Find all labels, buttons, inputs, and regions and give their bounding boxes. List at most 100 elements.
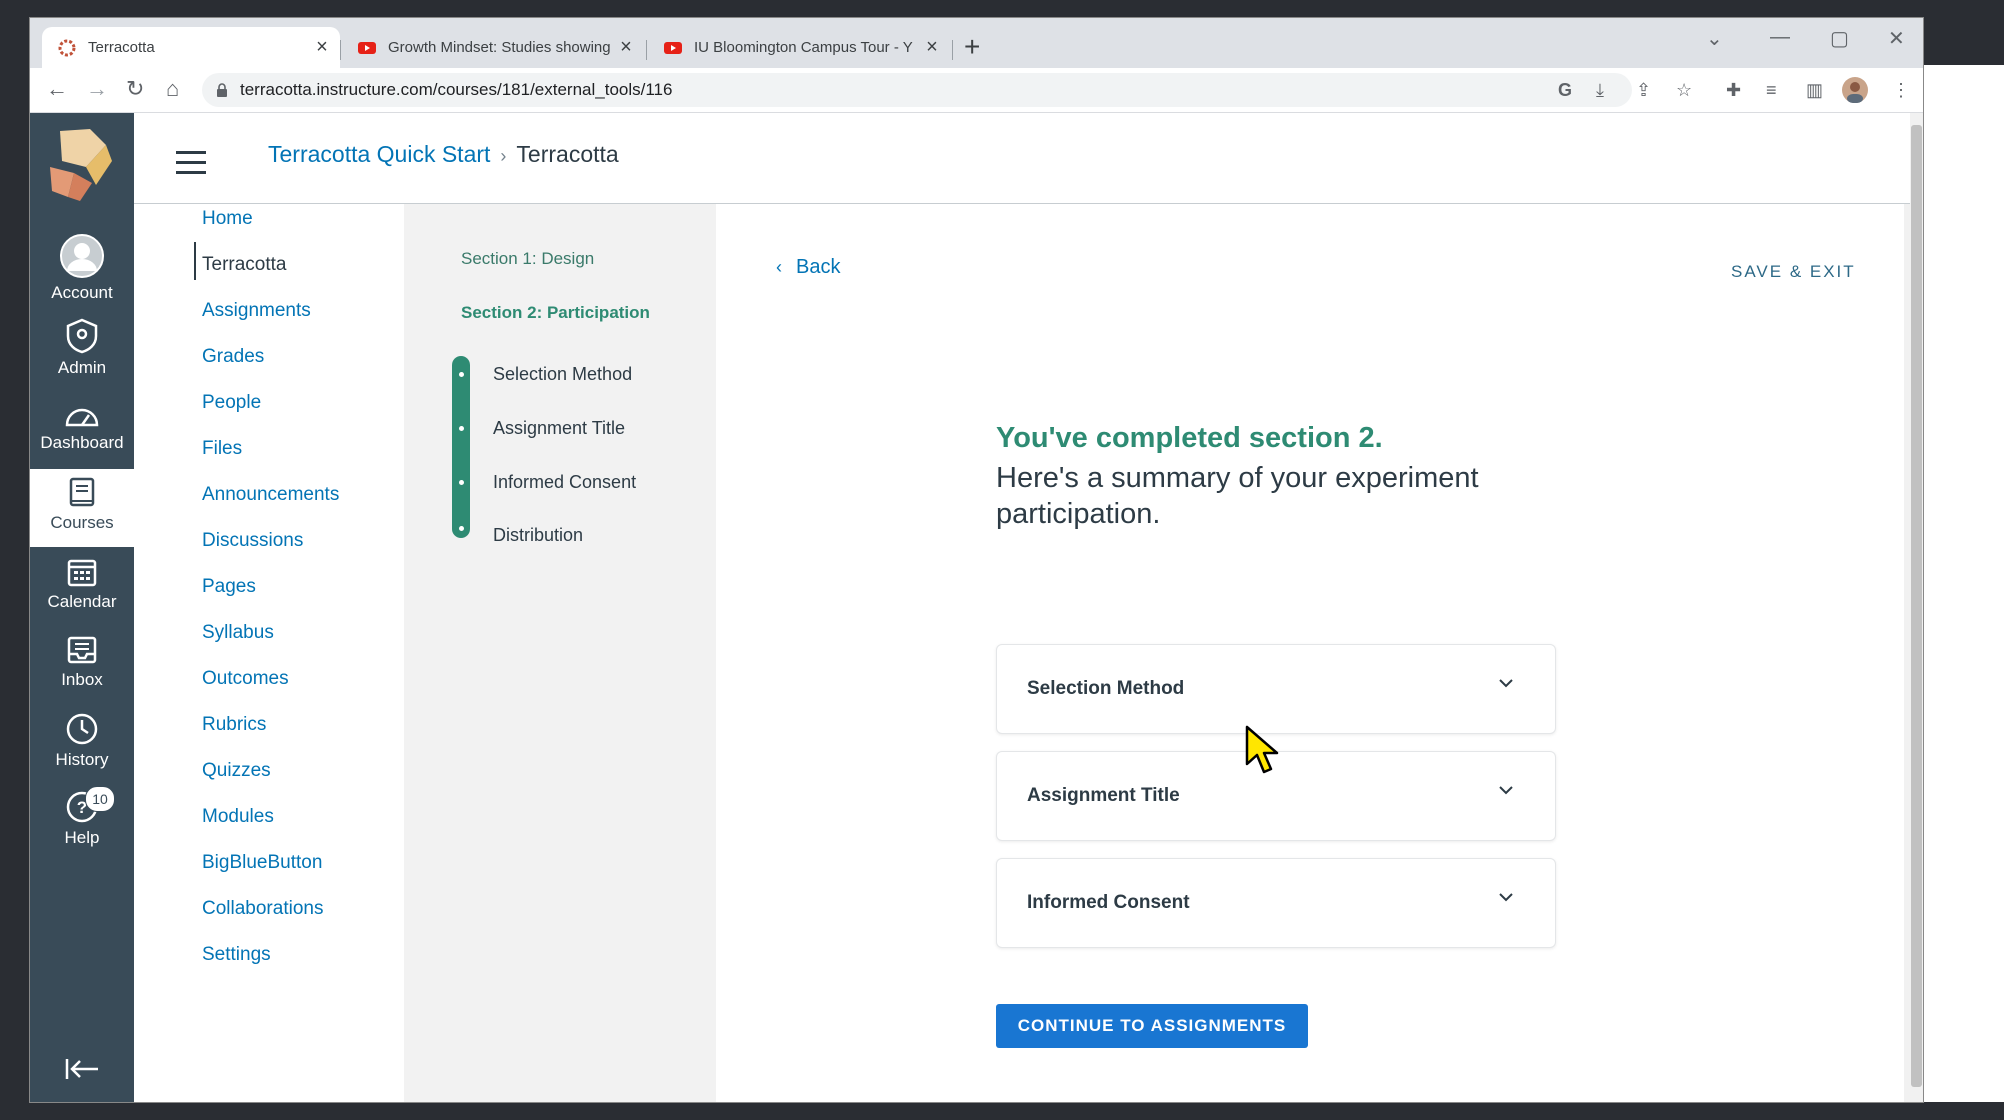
course-nav-files[interactable]: Files <box>202 438 242 460</box>
global-nav-label: Account <box>51 283 113 302</box>
global-nav-dashboard[interactable]: Dashboard <box>30 403 134 471</box>
chevron-down-icon <box>1499 893 1513 902</box>
extensions-icon[interactable]: ✚ <box>1726 80 1741 101</box>
mouse-cursor-icon <box>1245 725 1279 774</box>
course-nav-discussions[interactable]: Discussions <box>202 530 303 552</box>
profile-avatar-icon[interactable] <box>1842 77 1868 103</box>
close-tab-icon[interactable]: × <box>614 36 638 59</box>
breadcrumb-current: Terracotta <box>516 141 619 167</box>
new-tab-icon[interactable]: + <box>964 33 980 61</box>
close-tab-icon[interactable]: × <box>920 36 944 59</box>
continue-to-assignments-button[interactable]: CONTINUE TO ASSIGNMENTS <box>996 1004 1308 1048</box>
completion-subtitle: Here's a summary of your experiment part… <box>996 462 1479 530</box>
course-nav-announcements[interactable]: Announcements <box>202 484 339 506</box>
course-menu-toggle-icon[interactable] <box>176 151 206 181</box>
course-nav-pages[interactable]: Pages <box>202 576 256 598</box>
steps-sidebar: Section 1: Design Section 2: Participati… <box>404 204 716 1102</box>
close-tab-icon[interactable]: × <box>310 36 334 59</box>
global-nav-inbox[interactable]: Inbox <box>30 634 134 702</box>
back-link[interactable]: ‹ Back <box>776 256 840 279</box>
active-indicator <box>194 242 196 280</box>
tab-iu-campus-tour[interactable]: IU Bloomington Campus Tour - Y × <box>648 27 950 68</box>
step-informed-consent[interactable]: Informed Consent <box>493 472 636 493</box>
home-icon[interactable]: ⌂ <box>166 76 179 102</box>
global-nav-courses[interactable]: Courses <box>30 469 134 547</box>
course-nav-grades[interactable]: Grades <box>202 346 264 368</box>
tab-growth-mindset[interactable]: Growth Mindset: Studies showing × <box>342 27 644 68</box>
course-nav-modules[interactable]: Modules <box>202 806 274 828</box>
course-nav-terracotta[interactable]: Terracotta <box>202 254 286 276</box>
global-nav-account[interactable]: Account <box>30 233 134 303</box>
global-nav-label: History <box>55 750 109 769</box>
step-dot <box>459 526 464 531</box>
global-nav-label: Admin <box>57 358 107 377</box>
minimize-icon[interactable]: — <box>1770 26 1790 49</box>
course-nav-collaborations[interactable]: Collaborations <box>202 898 323 920</box>
tab-search-icon[interactable]: ⌄ <box>1706 26 1723 51</box>
global-nav-help[interactable]: ? Help <box>30 790 134 858</box>
media-controls-icon[interactable]: ≡ <box>1766 80 1777 101</box>
back-arrow-icon[interactable]: ← <box>46 76 68 102</box>
calendar-icon <box>67 559 97 587</box>
course-nav-assignments[interactable]: Assignments <box>202 300 311 322</box>
save-exit-button[interactable]: SAVE & EXIT <box>1731 262 1856 282</box>
global-nav-label: Courses <box>50 513 114 532</box>
install-icon[interactable]: ⤓ <box>1596 80 1604 101</box>
terracotta-logo[interactable] <box>46 127 116 203</box>
maximize-icon[interactable]: ▢ <box>1830 26 1849 51</box>
back-label: Back <box>796 256 841 278</box>
forward-arrow-icon[interactable]: → <box>86 76 108 102</box>
accordion-informed-consent[interactable]: Informed Consent <box>996 858 1556 948</box>
course-nav-people[interactable]: People <box>202 392 261 414</box>
step-selection-method[interactable]: Selection Method <box>493 364 632 385</box>
global-nav-calendar[interactable]: Calendar <box>30 556 134 624</box>
main-content: ‹ Back SAVE & EXIT You've completed secti… <box>716 204 1904 1102</box>
step-assignment-title[interactable]: Assignment Title <box>493 418 625 439</box>
page-scrollbar-thumb[interactable] <box>1911 125 1922 1087</box>
collapse-nav-icon[interactable] <box>64 1057 100 1081</box>
step-section-design[interactable]: Section 1: Design <box>461 249 594 269</box>
lock-icon <box>217 83 227 97</box>
address-bar[interactable]: terracotta.instructure.com/courses/181/e… <box>202 73 1632 107</box>
share-icon[interactable]: ⇪ <box>1636 80 1651 101</box>
side-panel-icon[interactable]: ▥ <box>1806 80 1823 101</box>
shield-icon <box>66 318 98 354</box>
global-nav-label: Dashboard <box>40 433 124 452</box>
chevron-down-icon <box>1499 679 1513 688</box>
youtube-favicon-icon <box>664 41 682 54</box>
step-section-participation[interactable]: Section 2: Participation <box>461 303 650 323</box>
step-progress-track <box>452 356 470 538</box>
global-nav-history[interactable]: History <box>30 712 134 780</box>
google-lens-icon[interactable]: G <box>1558 80 1572 101</box>
course-nav-syllabus[interactable]: Syllabus <box>202 622 274 644</box>
accordion-label: Selection Method <box>1027 678 1185 699</box>
account-avatar-icon <box>60 234 104 278</box>
step-distribution[interactable]: Distribution <box>493 525 583 546</box>
chrome-menu-icon[interactable]: ⋮ <box>1892 80 1910 101</box>
step-dot <box>459 426 464 431</box>
global-nav-admin[interactable]: Admin <box>30 318 134 386</box>
course-nav-quizzes[interactable]: Quizzes <box>202 760 271 782</box>
bookmark-star-icon[interactable]: ☆ <box>1676 80 1692 101</box>
inbox-icon <box>67 636 97 664</box>
gauge-icon <box>65 408 99 427</box>
course-nav-outcomes[interactable]: Outcomes <box>202 668 289 690</box>
accordion-selection-method[interactable]: Selection Method <box>996 644 1556 734</box>
course-nav-settings[interactable]: Settings <box>202 944 271 966</box>
close-window-icon[interactable]: ✕ <box>1888 26 1905 51</box>
course-nav-home[interactable]: Home <box>202 208 253 230</box>
canvas-page: Account Admin Dashboard Courses Calendar… <box>30 113 1923 1102</box>
accordion-label: Informed Consent <box>1027 892 1190 913</box>
tab-terracotta[interactable]: Terracotta × <box>42 27 340 68</box>
reload-icon[interactable]: ↻ <box>126 76 144 102</box>
breadcrumb: Terracotta Quick Start › Terracotta <box>268 141 619 168</box>
course-nav-bigbluebutton[interactable]: BigBlueButton <box>202 852 322 874</box>
url-text: terracotta.instructure.com/courses/181/e… <box>240 80 673 99</box>
tab-separator <box>340 40 341 60</box>
course-nav-rubrics[interactable]: Rubrics <box>202 714 266 736</box>
breadcrumb-course-link[interactable]: Terracotta Quick Start <box>268 141 490 167</box>
global-navigation: Account Admin Dashboard Courses Calendar… <box>30 113 134 1102</box>
browser-window: Terracotta × Growth Mindset: Studies sho… <box>30 18 1923 1102</box>
course-header: Terracotta Quick Start › Terracotta <box>134 113 1918 204</box>
help-badge: 10 <box>85 786 115 812</box>
